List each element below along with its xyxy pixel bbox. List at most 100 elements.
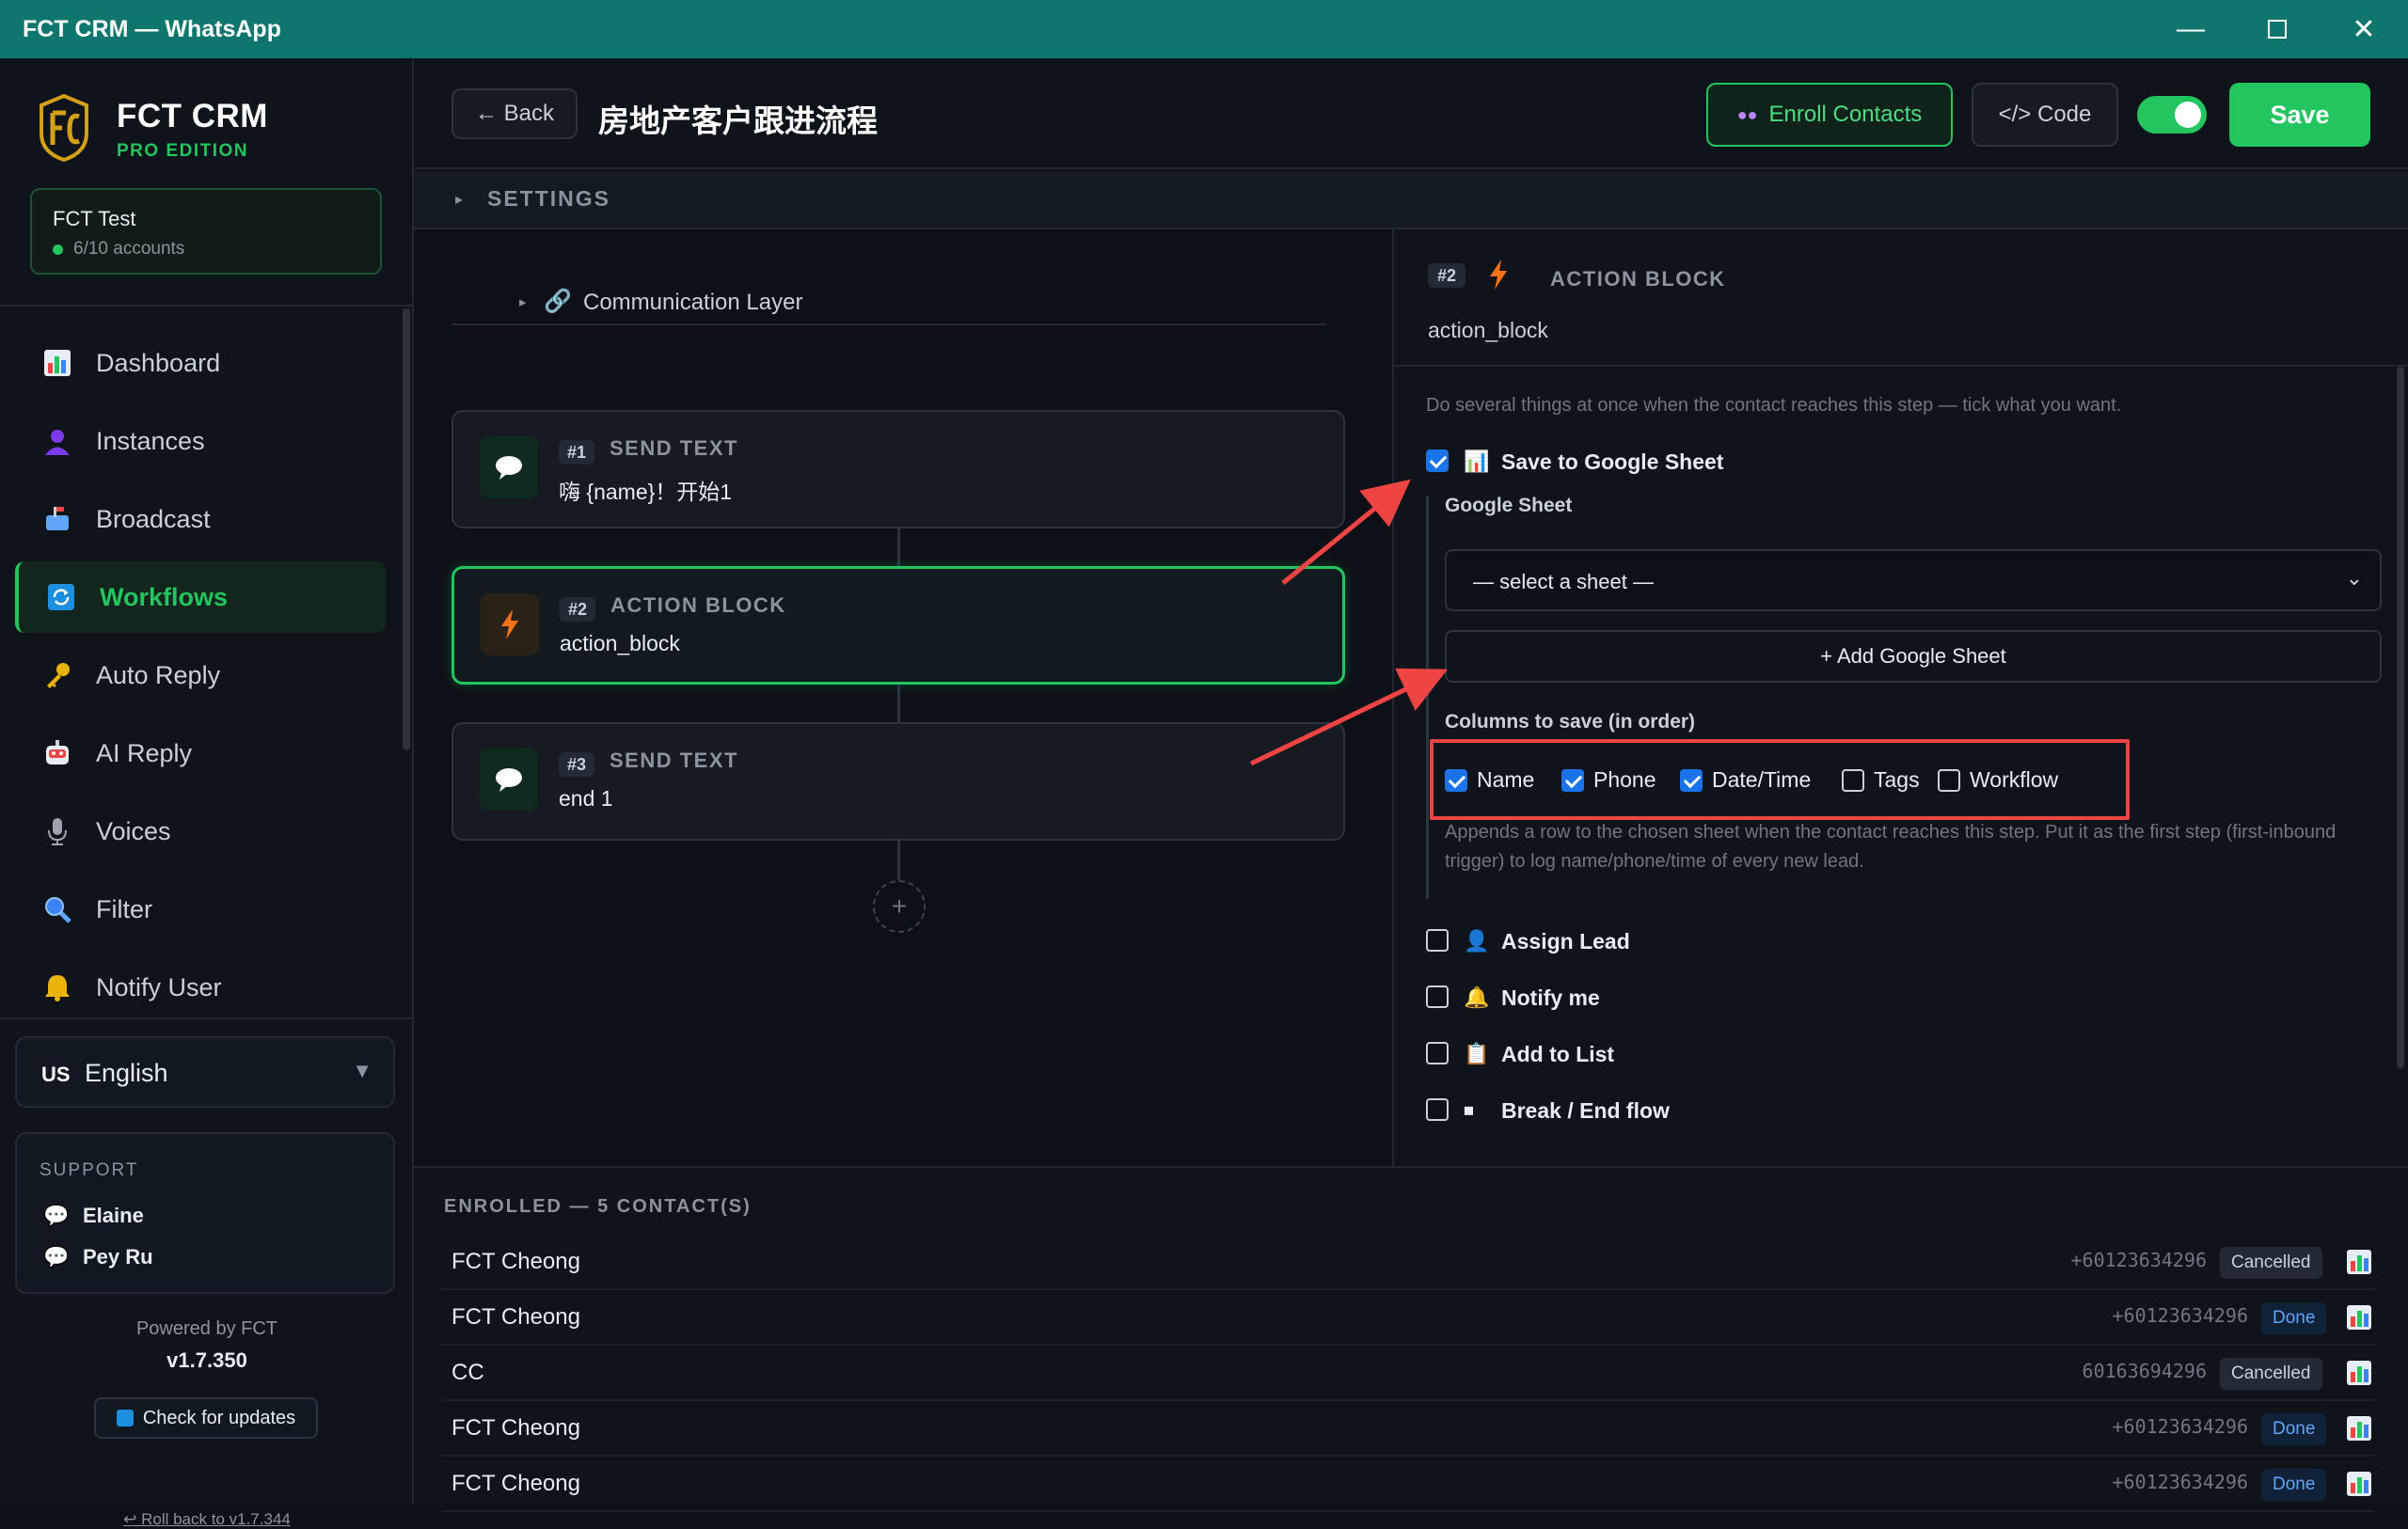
workflow-title[interactable]: 房地产客户跟进流程 [598,96,878,141]
sheet-select[interactable]: — select a sheet — ⌄ [1445,549,2382,611]
workflow-canvas: ▸ 🔗 Communication Layer #1 SEND TEXT 嗨 {… [414,229,1392,1166]
sheet-chart-icon[interactable] [2346,1360,2372,1386]
bell-icon: 🔔 [1464,985,1490,1009]
panel-node-number: #2 [1428,263,1465,288]
save-button[interactable]: Save [2229,83,2370,147]
enrolled-heading: ENROLLED — 5 CONTACT(S) [444,1196,752,1217]
add-google-sheet-button[interactable]: + Add Google Sheet [1445,630,2382,683]
nav-item-broadcast[interactable]: Broadcast [15,483,386,555]
title-bar: FCT CRM — WhatsApp — ✕ [0,0,2408,58]
add-to-list-label: Add to List [1501,1042,1615,1066]
node-connector [897,841,900,880]
toggle-knob [2175,102,2201,128]
sheet-chart-icon[interactable] [2346,1249,2372,1275]
language-label: English [85,1059,168,1087]
divider [0,305,414,307]
contact-name: CC [452,1360,484,1385]
nav-label: Filter [96,894,152,923]
node-number: #2 [560,597,595,622]
enroll-contacts-button[interactable]: ●● Enroll Contacts [1706,83,1953,147]
table-row[interactable]: FCT Cheong Done +60123634296 [442,1458,2374,1512]
support-heading: SUPPORT [40,1160,139,1180]
notify-me-checkbox[interactable] [1426,985,1449,1008]
close-button[interactable]: ✕ [2321,0,2406,58]
node-type: SEND TEXT [610,749,738,772]
node-text: action_block [560,631,680,655]
code-button[interactable]: </> Code [1972,83,2118,147]
nav-item-workflows[interactable]: Workflows [15,561,386,633]
panel-node-subtitle: action_block [1428,318,1548,342]
contact-name: FCT Cheong [452,1249,580,1274]
contact-phone: 60163694296 [2082,1360,2207,1382]
stop-icon: ⏹ [1464,1098,1475,1122]
user-icon [40,423,75,459]
chat-bubble-icon: 💬 [43,1204,70,1227]
online-status-icon [53,244,63,255]
divider [0,1017,414,1019]
end-flow-label: Break / End flow [1501,1098,1670,1123]
nav-item-instances[interactable]: Instances [15,405,386,477]
nav-item-voices[interactable]: Voices [15,796,386,867]
sidebar-scrollbar[interactable] [403,308,410,750]
table-row[interactable]: FCT Cheong Cancelled +60123634296 [442,1236,2374,1290]
chevron-down-icon: ⌄ [2345,566,2363,590]
nav-label: Voices [96,816,171,845]
sheet-chart-icon[interactable] [2346,1471,2372,1497]
workflow-node-1[interactable]: #1 SEND TEXT 嗨 {name}！开始1 [452,410,1345,528]
nav-label: Workflows [100,582,229,611]
nav-item-ai-reply[interactable]: AI Reply [15,717,386,789]
notify-me-label: Notify me [1501,985,1600,1010]
check-updates-button[interactable]: Check for updates [94,1397,318,1439]
sheet-chart-icon[interactable] [2346,1304,2372,1331]
table-row[interactable]: CC Cancelled 60163694296 [442,1347,2374,1401]
support-contact[interactable]: Elaine [83,1204,144,1228]
workflow-node-3[interactable]: #3 SEND TEXT end 1 [452,722,1345,841]
sheet-chart-icon[interactable] [2346,1415,2372,1442]
magnifier-icon [40,891,75,927]
maximize-button[interactable] [2235,0,2320,58]
communication-layer-toggle[interactable]: ▸ 🔗 Communication Layer [452,286,1326,325]
settings-label: SETTINGS [487,186,611,211]
language-select[interactable]: US English ▼ [15,1036,395,1108]
highlight-box [1430,739,2130,820]
lightning-icon [481,593,539,655]
section-indent-bar [1426,497,1429,899]
contact-phone: +60123634296 [2070,1249,2208,1271]
back-button[interactable]: ← Back [452,88,578,139]
status-badge: Done [2261,1302,2327,1334]
nav-item-auto-reply[interactable]: Auto Reply [15,639,386,711]
node-number: #3 [559,752,594,777]
check-updates-label: Check for updates [142,1407,296,1428]
workflow-enabled-toggle[interactable] [2137,96,2207,134]
sheet-select-value: — select a sheet — [1473,570,1654,593]
brand-edition: PRO EDITION [117,141,249,161]
nav-item-notify-user[interactable]: Notify User [15,952,386,1023]
rollback-link[interactable]: ↩ Roll back to v1.7.344 [0,1510,414,1529]
account-card[interactable]: FCT Test 6/10 accounts [30,188,382,275]
minimize-button[interactable]: — [2148,0,2233,58]
nav-label: Instances [96,426,205,455]
contact-phone: +60123634296 [2112,1471,2249,1493]
add-node-button[interactable]: + [873,880,926,933]
app-version: v1.7.350 [166,1348,247,1372]
save-to-sheet-checkbox[interactable] [1426,449,1449,472]
people-icon: ●● [1736,104,1758,124]
nav-item-filter[interactable]: Filter [15,874,386,945]
chart-icon [40,345,75,381]
assign-lead-checkbox[interactable] [1426,929,1449,952]
flag-icon: US [41,1063,71,1086]
add-to-list-checkbox[interactable] [1426,1042,1449,1064]
table-row[interactable]: FCT Cheong Done +60123634296 [442,1291,2374,1346]
close-icon: ✕ [2352,13,2376,45]
support-contact[interactable]: Pey Ru [83,1245,153,1269]
nav-label: Notify User [96,972,222,1001]
table-row[interactable]: FCT Cheong Done +60123634296 [442,1402,2374,1457]
user-icon: 👤 [1464,929,1490,953]
panel-scrollbar[interactable] [2397,367,2404,1068]
workflow-node-2[interactable]: #2 ACTION BLOCK action_block [452,566,1345,685]
columns-label: Columns to save (in order) [1445,711,1696,733]
powered-by: Powered by FCT [135,1318,278,1339]
settings-toggle[interactable]: ▸ SETTINGS [414,171,2408,229]
end-flow-checkbox[interactable] [1426,1098,1449,1121]
nav-item-dashboard[interactable]: Dashboard [15,327,386,399]
